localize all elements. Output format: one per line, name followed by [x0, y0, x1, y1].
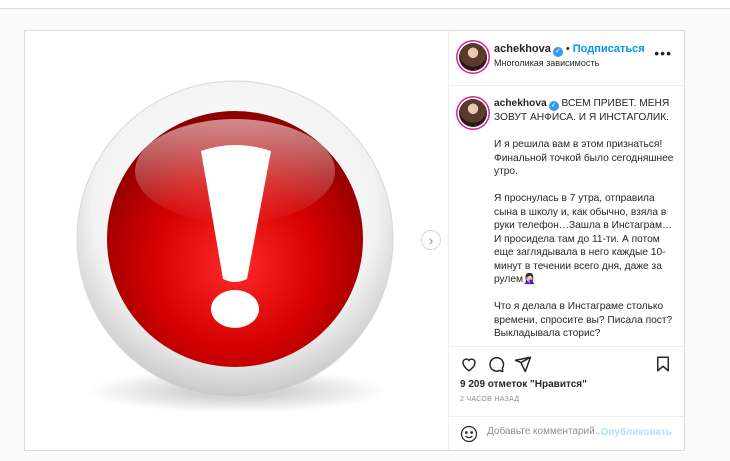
comment-input[interactable] — [487, 426, 607, 437]
more-horizontal-icon[interactable]: ••• — [654, 45, 672, 61]
verified-badge-icon: ✓ — [552, 47, 563, 57]
smiley-icon[interactable] — [460, 425, 478, 443]
username-link[interactable]: achekhova — [494, 98, 547, 109]
caption-paragraph: Что я делала в Инстаграме столько времен… — [494, 301, 673, 339]
post-timestamp[interactable]: 2 ЧАСОВ НАЗАД — [460, 396, 519, 403]
chevron-right-icon[interactable]: › — [421, 230, 441, 250]
share-icon[interactable] — [514, 355, 532, 373]
username-link[interactable]: achekhova — [494, 43, 551, 55]
post-caption: achekhova ✓ ВСЕМ ПРИВЕТ. МЕНЯ ЗОВУТ АНФИС… — [448, 87, 684, 345]
red-exclamation-image — [76, 80, 394, 413]
caption-paragraph: И я решила вам в этом признаться! Финаль… — [494, 139, 674, 177]
follow-button[interactable]: Подписаться — [573, 43, 645, 55]
header-name-row: achekhova ✓ • Подписаться — [494, 43, 645, 57]
post-card: › achekhova ✓ • Подписаться Многоликая зави… — [24, 30, 685, 451]
avatar[interactable] — [459, 43, 487, 71]
caption-paragraph: achekhova ✓ ВСЕМ ПРИВЕТ. МЕНЯ ЗОВУТ АНФИС… — [494, 97, 676, 125]
bookmark-icon[interactable] — [654, 355, 672, 373]
likes-count[interactable]: 9 209 отметок "Нравится" — [460, 379, 587, 390]
post-header: achekhova ✓ • Подписаться Многоликая зависи… — [448, 31, 684, 86]
comment-box: Опубликовать — [448, 416, 684, 450]
top-navigation-bar — [0, 0, 730, 9]
post-sidebar: achekhova ✓ • Подписаться Многоликая зависи… — [448, 31, 684, 450]
heart-icon[interactable] — [460, 355, 478, 373]
comment-icon[interactable] — [487, 355, 505, 373]
verified-badge-icon: ✓ — [548, 101, 559, 111]
publish-button[interactable]: Опубликовать — [601, 427, 672, 438]
location-subtitle[interactable]: Многоликая зависимость — [494, 58, 599, 68]
separator-dot: • — [565, 43, 570, 55]
avatar[interactable] — [459, 99, 487, 127]
caption-paragraph: Я проснулась в 7 утра, отправила сына в … — [494, 193, 673, 285]
post-media[interactable]: › — [25, 31, 449, 450]
caption-text: achekhova ✓ ВСЕМ ПРИВЕТ. МЕНЯ ЗОВУТ АНФИС… — [494, 97, 676, 345]
